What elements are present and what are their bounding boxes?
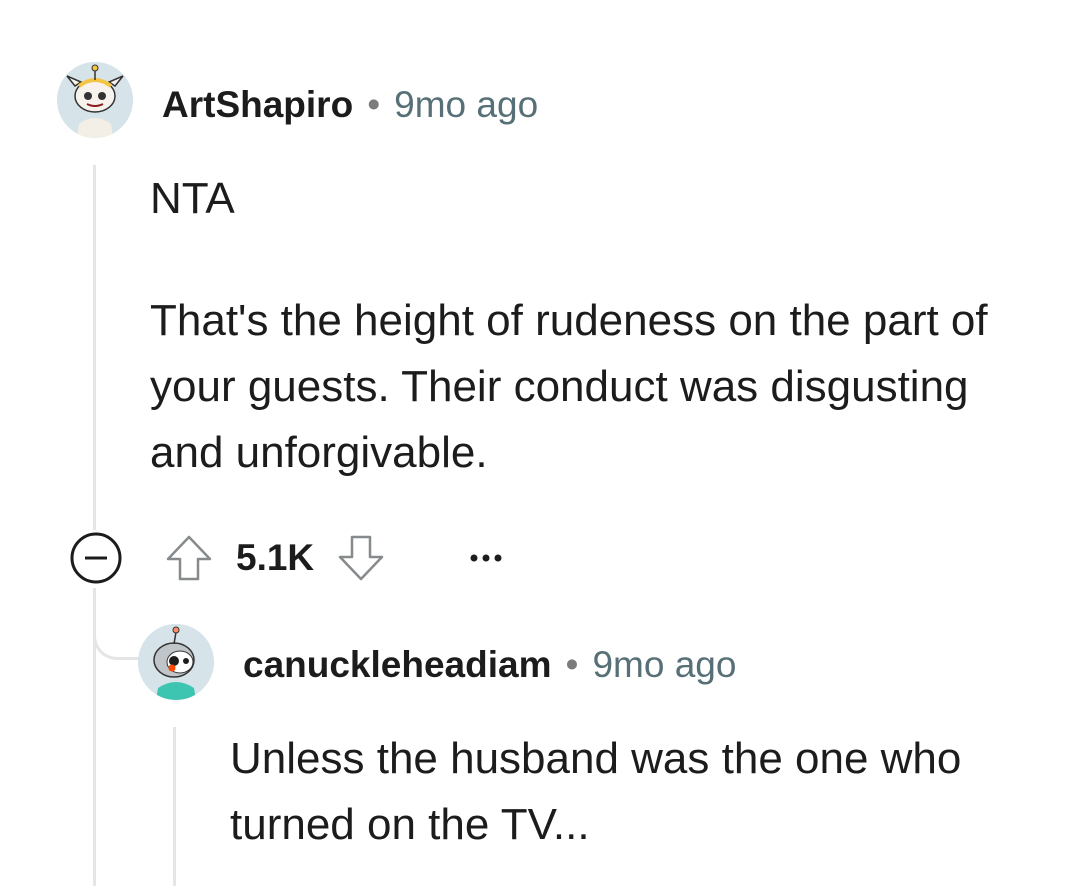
timestamp[interactable]: 9mo ago <box>394 84 538 126</box>
comment-body: NTA That's the height of rudeness on the… <box>150 166 1030 486</box>
reply-header: canuckleheadiam • 9mo ago <box>243 640 736 690</box>
thread-branch-connector <box>93 600 140 660</box>
more-options-icon[interactable] <box>461 533 511 583</box>
downvote-arrow-icon[interactable] <box>336 533 386 583</box>
avatar[interactable] <box>138 624 214 700</box>
upvote-arrow-icon[interactable] <box>164 533 214 583</box>
comment-thread: ArtShapiro • 9mo ago NTA That's the heig… <box>0 0 1080 886</box>
thread-line-reply[interactable] <box>173 727 176 886</box>
comment-verdict: NTA <box>150 174 235 223</box>
reply-text: Unless the husband was the one who turne… <box>230 734 962 849</box>
username[interactable]: canuckleheadiam <box>243 644 551 686</box>
username[interactable]: ArtShapiro <box>162 84 353 126</box>
vote-score: 5.1K <box>236 537 315 578</box>
collapse-minus-icon[interactable] <box>68 530 124 586</box>
timestamp[interactable]: 9mo ago <box>592 644 736 686</box>
comment-header: ArtShapiro • 9mo ago <box>162 80 538 130</box>
comment-text: That's the height of rudeness on the par… <box>150 296 988 477</box>
reply-body: Unless the husband was the one who turne… <box>230 726 1050 858</box>
snoo-avatar-icon <box>138 624 214 700</box>
separator-dot: • <box>367 84 381 125</box>
comment-actions: 5.1K <box>68 530 511 586</box>
avatar[interactable] <box>57 62 133 138</box>
thread-line-root[interactable] <box>93 165 96 530</box>
separator-dot: • <box>565 644 579 685</box>
cat-snoo-icon <box>57 62 133 138</box>
